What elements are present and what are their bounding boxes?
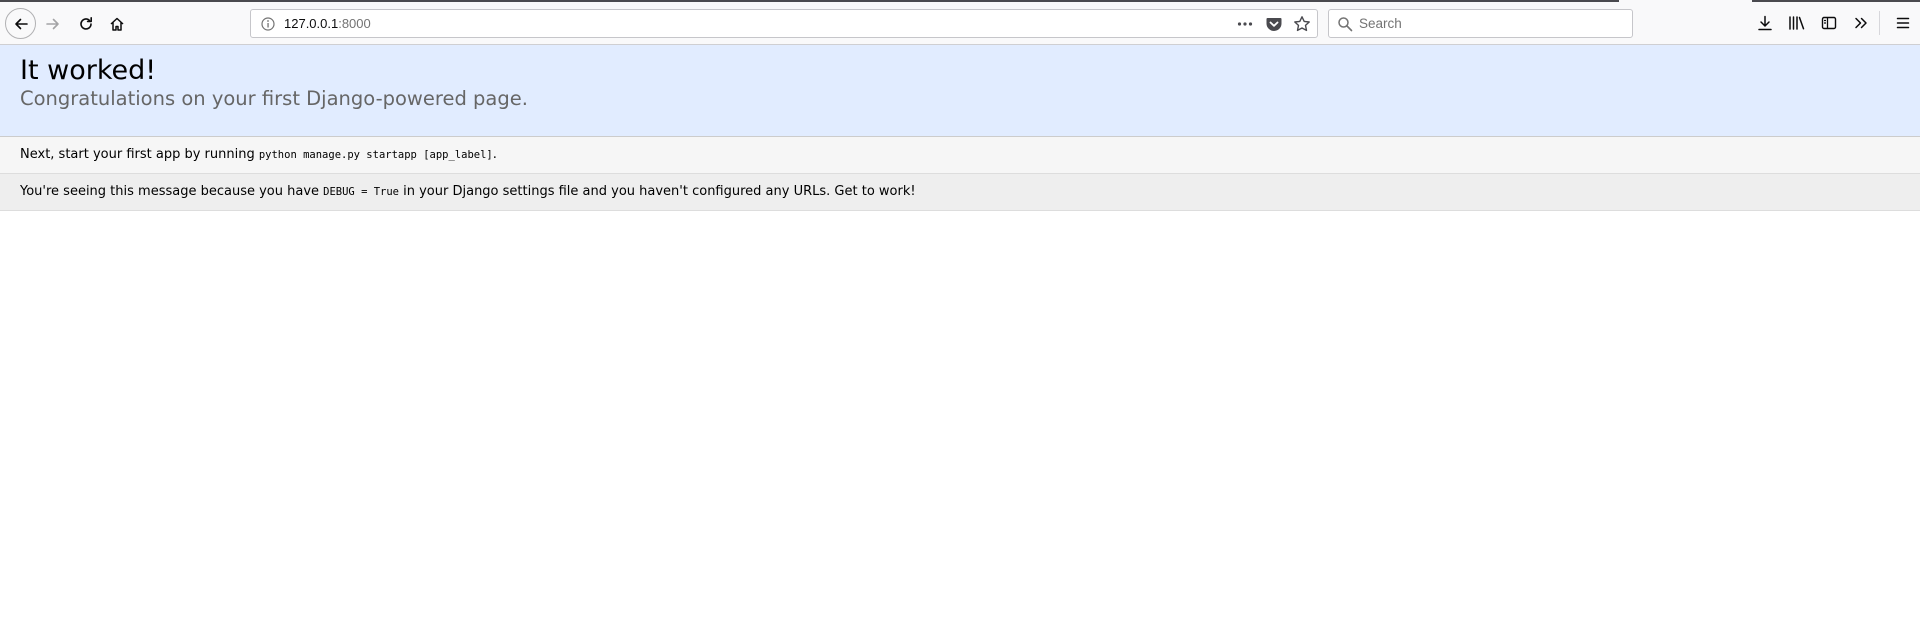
url-host: 127.0.0.1 (284, 16, 339, 31)
browser-toolbar: 127.0.0.1:8000 (0, 0, 1920, 45)
main-menu-button[interactable] (1892, 12, 1914, 34)
back-arrow-icon (14, 18, 28, 29)
chevron-double-right-icon (1855, 17, 1867, 29)
home-button[interactable] (103, 10, 131, 37)
page-title: It worked! (20, 55, 157, 86)
overflow-menu-button[interactable] (1850, 12, 1872, 34)
search-bar[interactable] (1328, 9, 1633, 38)
search-input[interactable] (1359, 13, 1627, 34)
tab-strip (0, 0, 1920, 3)
home-icon (110, 17, 124, 31)
download-icon (1758, 15, 1772, 31)
debug-setting-code: DEBUG = True (323, 186, 399, 198)
library-icon (1789, 16, 1805, 30)
url-port: :8000 (338, 16, 371, 31)
downloads-button[interactable] (1754, 12, 1776, 34)
reload-icon (80, 16, 92, 30)
more-dots-icon[interactable] (1236, 15, 1254, 33)
instructions-text-after: . (492, 147, 497, 162)
instructions-text-before: Next, start your first app by running (20, 147, 259, 162)
sidebar-icon (1821, 16, 1837, 30)
explanation-text-after: in your Django settings file and you hav… (399, 184, 916, 199)
reload-button[interactable] (72, 10, 100, 37)
tab-strip-line (0, 0, 1619, 2)
hamburger-menu-icon (1896, 17, 1910, 29)
star-icon[interactable] (1293, 15, 1311, 33)
url-text[interactable]: 127.0.0.1:8000 (284, 16, 371, 31)
info-icon[interactable] (260, 16, 276, 32)
page-content: It worked! Congratulations on your first… (0, 45, 1920, 626)
explanation-text-before: You're seeing this message because you h… (20, 184, 324, 199)
forward-button[interactable] (39, 10, 67, 37)
startapp-command: python manage.py startapp [app_label] (258, 149, 493, 161)
instructions-section: Next, start your first app by running py… (0, 137, 1920, 174)
toolbar-separator (1879, 11, 1880, 35)
address-bar[interactable]: 127.0.0.1:8000 (250, 9, 1318, 38)
page-subtitle: Congratulations on your first Django-pow… (20, 87, 528, 110)
pocket-icon[interactable] (1265, 15, 1283, 33)
explanation-section: You're seeing this message because you h… (0, 174, 1920, 211)
library-button[interactable] (1786, 12, 1808, 34)
search-icon (1337, 16, 1353, 32)
tab-strip-line (1752, 0, 1920, 2)
back-button[interactable] (5, 8, 36, 39)
forward-arrow-icon (46, 18, 59, 29)
sidebar-button[interactable] (1818, 12, 1840, 34)
summary-section: It worked! Congratulations on your first… (0, 45, 1920, 137)
